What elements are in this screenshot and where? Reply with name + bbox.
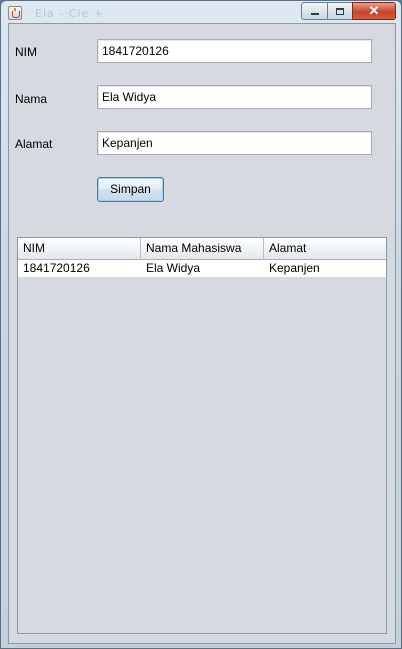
content-pane: NIM 1841720126 Nama Ela Widya Alamat Kep… <box>8 23 396 644</box>
java-app-icon[interactable] <box>8 6 22 20</box>
simpan-button[interactable]: Simpan <box>97 177 164 202</box>
student-table[interactable]: NIM Nama Mahasiswa Alamat 1841720126 Ela… <box>17 237 387 634</box>
alamat-field[interactable]: Kepanjen <box>97 131 372 155</box>
table-body: 1841720126 Ela Widya Kepanjen <box>18 260 386 277</box>
minimize-icon <box>310 13 319 15</box>
table-row[interactable]: 1841720126 Ela Widya Kepanjen <box>18 260 386 277</box>
caption-buttons: ✕ <box>301 2 396 20</box>
cell-nim: 1841720126 <box>23 261 90 275</box>
nama-label: Nama <box>15 92 48 106</box>
column-header-nama[interactable]: Nama Mahasiswa <box>141 238 264 259</box>
maximize-button[interactable] <box>327 2 352 20</box>
minimize-button[interactable] <box>301 2 327 20</box>
column-header-alamat[interactable]: Alamat <box>264 238 386 259</box>
nim-field[interactable]: 1841720126 <box>97 39 372 63</box>
nama-field[interactable]: Ela Widya <box>97 85 372 109</box>
title-bar[interactable]: Ela - Cle + ✕ <box>1 1 401 23</box>
nim-label: NIM <box>15 45 37 59</box>
alamat-label: Alamat <box>15 137 53 151</box>
cell-nama: Ela Widya <box>146 261 201 275</box>
close-icon: ✕ <box>368 3 380 18</box>
cell-alamat: Kepanjen <box>269 261 320 275</box>
close-button[interactable]: ✕ <box>352 2 396 20</box>
column-header-nim[interactable]: NIM <box>18 238 141 259</box>
app-window: Ela - Cle + ✕ NIM 1841720126 Nama Ela Wi… <box>0 0 402 649</box>
table-header: NIM Nama Mahasiswa Alamat <box>18 238 386 260</box>
maximize-icon <box>336 7 344 15</box>
window-title: Ela - Cle + <box>35 7 104 20</box>
